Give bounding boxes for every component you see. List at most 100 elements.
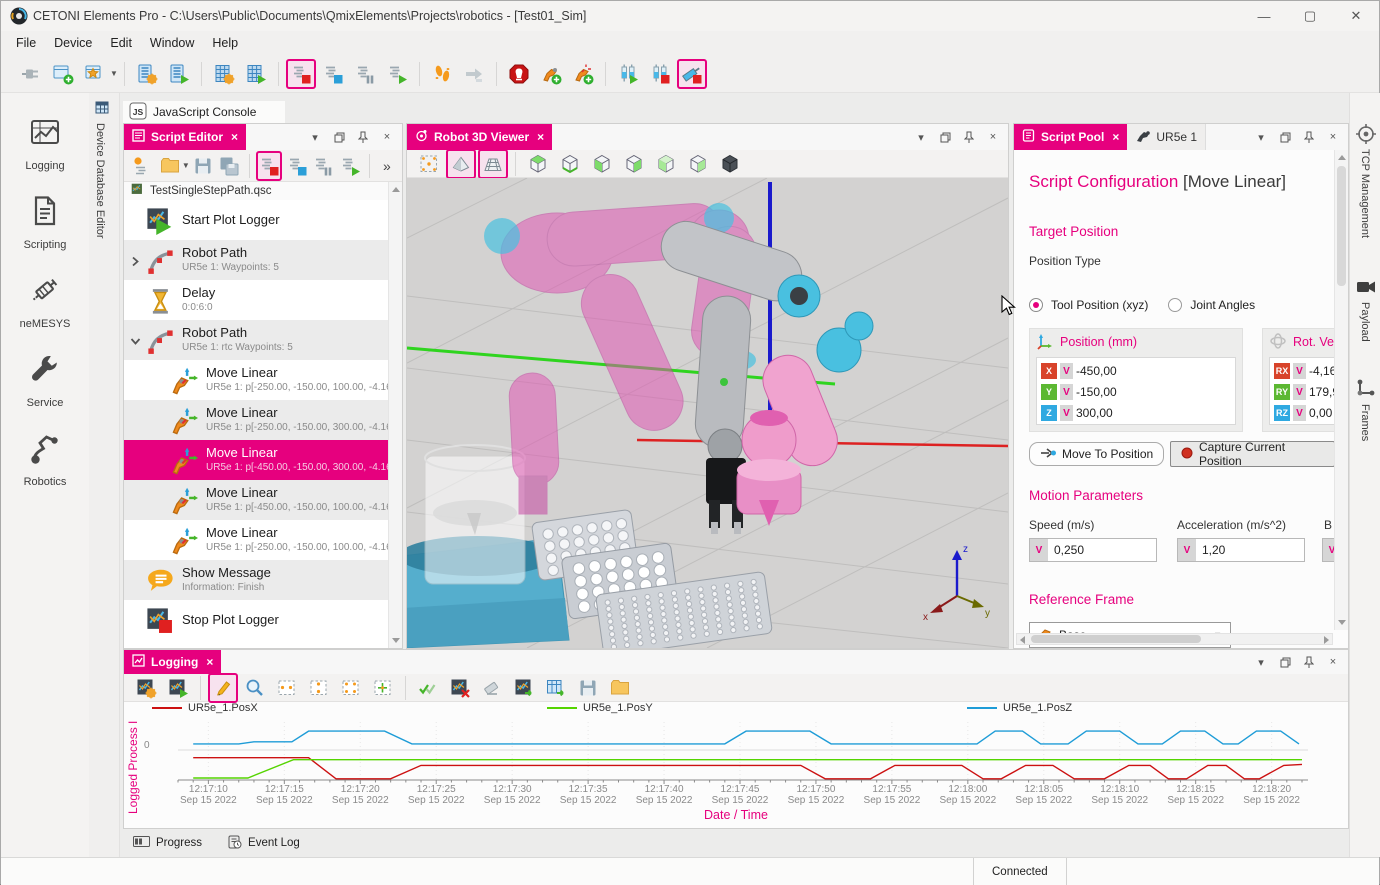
more-tools-icon[interactable]: » [377, 151, 401, 181]
dosing-stop-icon[interactable] [645, 59, 675, 89]
eraser-icon[interactable] [477, 673, 507, 703]
right-sidebar-item-tcp-management[interactable]: TCP Management [1359, 149, 1371, 238]
sidebar-item-robotics[interactable]: Robotics [1, 431, 89, 488]
legend-item[interactable]: UR5e_1.PosY [547, 702, 653, 714]
show-grid-icon[interactable] [478, 149, 508, 179]
logged-data-chart[interactable] [158, 718, 1322, 784]
variable-chip[interactable]: V [1030, 539, 1048, 561]
close-panel-icon[interactable]: × [1326, 130, 1340, 144]
scroll-down-icon[interactable] [1338, 620, 1346, 625]
dosing-abort-icon[interactable] [677, 59, 707, 89]
chart-start-icon[interactable] [163, 673, 193, 703]
step-script-icon[interactable] [284, 151, 308, 181]
pause-script-icon[interactable] [311, 151, 335, 181]
view-front-icon[interactable] [651, 149, 681, 179]
configure-devices-icon[interactable] [132, 59, 162, 89]
title-bar[interactable]: CETONI Elements Pro - C:\Users\Public\Do… [1, 1, 1379, 31]
scroll-up-icon[interactable] [1338, 155, 1346, 160]
scroll-down-icon[interactable] [392, 638, 400, 643]
progress-toggle[interactable]: Progress [133, 836, 202, 850]
script-step-robot-path[interactable]: Robot PathUR5e 1: rtc Waypoints: 5 [124, 320, 389, 360]
script-step-start-plot-logger[interactable]: Start Plot Logger [124, 200, 389, 240]
start-devices-icon[interactable] [164, 59, 194, 89]
script-step-robot-path[interactable]: Robot PathUR5e 1: Waypoints: 5 [124, 240, 389, 280]
script-step-icon[interactable] [318, 59, 348, 89]
sidebar-item-service[interactable]: Service [1, 352, 89, 409]
right-sidebar-item-frames[interactable]: Frames [1359, 404, 1371, 441]
variable-chip[interactable]: V [1178, 539, 1196, 561]
pin-panel-icon[interactable] [1302, 130, 1316, 144]
iso-view-icon[interactable] [715, 149, 745, 179]
script-step-show-message[interactable]: Show MessageInformation: Finish [124, 560, 389, 600]
zoom-fit-icon[interactable] [368, 673, 398, 703]
menu-file[interactable]: File [7, 33, 45, 53]
panel-menu-icon[interactable]: ▾ [1254, 655, 1268, 669]
script-run-icon[interactable] [382, 59, 412, 89]
panel-menu-icon[interactable]: ▾ [914, 130, 928, 144]
chevron-down-icon[interactable]: ▼ [110, 69, 118, 78]
run-script-icon[interactable] [337, 151, 361, 181]
axis-value[interactable]: 300,00 [1076, 406, 1113, 420]
script-step-move-linear[interactable]: Move LinearUR5e 1: p[-250.00, -150.00, 1… [124, 520, 389, 560]
export-table-icon[interactable] [541, 673, 571, 703]
menu-window[interactable]: Window [141, 33, 203, 53]
pool-h-scrollbar[interactable] [1016, 633, 1333, 645]
open-log-icon[interactable] [605, 673, 635, 703]
script-step-delay[interactable]: Delay0:0:6:0 [124, 280, 389, 320]
float-panel-icon[interactable] [938, 130, 952, 144]
close-button[interactable]: ✕ [1333, 1, 1379, 31]
minimize-button[interactable]: — [1241, 1, 1287, 31]
scroll-up-icon[interactable] [392, 187, 400, 192]
scroll-right-icon[interactable] [1324, 636, 1329, 644]
script-file-row[interactable]: TestSingleStepPath.qsc [124, 182, 389, 200]
save-log-icon[interactable] [573, 673, 603, 703]
legend-item[interactable]: UR5e_1.PosZ [967, 702, 1072, 714]
script-step-move-linear[interactable]: Move LinearUR5e 1: p[-250.00, -150.00, 1… [124, 360, 389, 400]
view-back-icon[interactable] [683, 149, 713, 179]
axis-value[interactable]: 179,95 [1309, 385, 1335, 399]
joint-angles-radio[interactable] [1168, 298, 1182, 312]
dosing-start-icon[interactable] [613, 59, 643, 89]
close-tab-icon[interactable]: × [206, 655, 213, 669]
pin-panel-icon[interactable] [962, 130, 976, 144]
panel-menu-icon[interactable]: ▾ [308, 130, 322, 144]
open-script-icon[interactable] [157, 151, 181, 181]
right-sidebar-item-payload[interactable]: Payload [1359, 302, 1371, 342]
move-to-position-button[interactable]: Move To Position [1029, 442, 1164, 466]
zoom-icon[interactable] [240, 673, 270, 703]
add-robot-tool-icon[interactable] [568, 59, 598, 89]
capture-current-position-button[interactable]: Capture Current Position [1170, 441, 1335, 467]
tcp-icon[interactable] [1355, 123, 1377, 150]
panel-menu-icon[interactable]: ▾ [1254, 130, 1268, 144]
zoom-v-icon[interactable] [304, 673, 334, 703]
apply-icon[interactable] [413, 673, 443, 703]
script-tree-scrollbar[interactable] [388, 182, 402, 648]
marker-icon[interactable] [208, 673, 238, 703]
tab-ur5e-1[interactable]: UR5e 1 [1127, 124, 1206, 150]
close-panel-icon[interactable]: × [986, 130, 1000, 144]
sidebar-item-scripting[interactable]: Scripting [1, 194, 89, 251]
save-script-icon[interactable] [191, 151, 215, 181]
menu-edit[interactable]: Edit [101, 33, 141, 53]
pool-v-scrollbar[interactable] [1334, 150, 1348, 630]
tab-logging[interactable]: Logging × [124, 650, 221, 674]
speed-input[interactable]: V 0,250 [1029, 538, 1157, 562]
close-panel-icon[interactable]: × [1326, 655, 1340, 669]
add-robot-icon[interactable] [536, 59, 566, 89]
view-bottom-icon[interactable] [555, 149, 585, 179]
chevron-down-icon[interactable] [130, 334, 141, 352]
zoom-h-icon[interactable] [272, 673, 302, 703]
variable-chip[interactable]: V [1293, 405, 1306, 421]
tab-javascript-console[interactable]: JS JavaScript Console [123, 101, 285, 123]
fit-view-icon[interactable] [414, 149, 444, 179]
new-script-icon[interactable] [131, 151, 155, 181]
script-step-move-linear[interactable]: Move LinearUR5e 1: p[-450.00, -150.00, 3… [124, 440, 389, 480]
axis-value[interactable]: 0,00 [1309, 406, 1332, 420]
variable-chip[interactable]: V [1060, 363, 1073, 379]
clear-chart-icon[interactable] [445, 673, 475, 703]
axis-value[interactable]: -150,00 [1076, 385, 1117, 399]
tab-robot-3d-viewer[interactable]: Robot 3D Viewer × [407, 124, 552, 150]
favorites-icon[interactable] [80, 59, 110, 89]
pin-panel-icon[interactable] [356, 130, 370, 144]
payload-icon[interactable] [1355, 276, 1377, 303]
